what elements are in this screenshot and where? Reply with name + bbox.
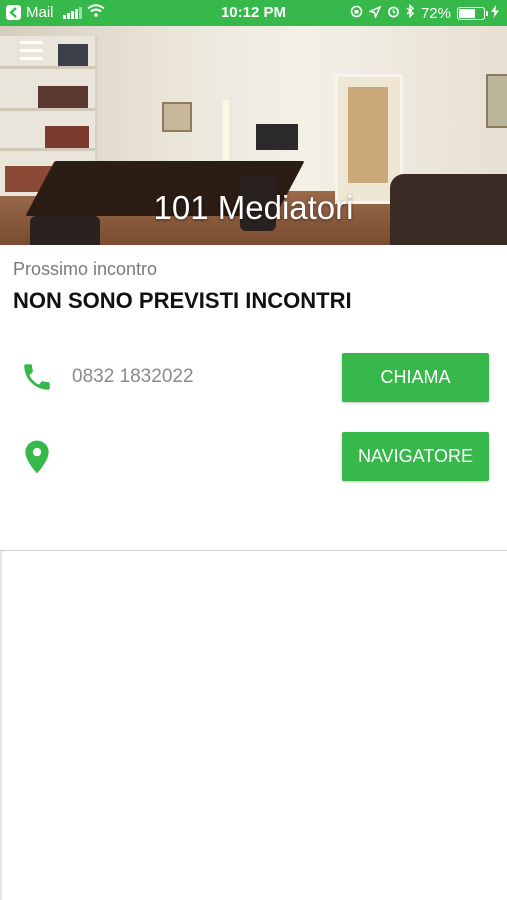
next-meeting-value: NON SONO PREVISTI INCONTRI <box>13 288 352 313</box>
page-title: 101 Mediatori <box>153 189 354 226</box>
bluetooth-icon <box>406 3 415 22</box>
wall-picture-right <box>486 74 507 128</box>
hero-image: 101 Mediatori <box>0 26 507 245</box>
wall-picture <box>162 102 192 132</box>
wall-screen <box>256 124 298 150</box>
status-right: 72% <box>350 3 499 22</box>
section-divider <box>0 550 507 551</box>
navigate-button[interactable]: NAVIGATORE <box>342 432 489 481</box>
call-button[interactable]: CHIAMA <box>342 353 489 402</box>
floor-lamp <box>223 100 229 160</box>
charging-icon <box>491 4 499 22</box>
hamburger-icon[interactable] <box>20 41 43 61</box>
location-pin-icon <box>23 439 51 480</box>
status-bar: Mail 10:12 PM 72% <box>0 0 507 26</box>
alarm-icon <box>387 5 400 22</box>
panel-edge <box>0 551 2 900</box>
battery-icon <box>457 6 488 20</box>
battery-percent: 72% <box>420 4 451 22</box>
location-arrow-icon <box>367 5 382 22</box>
phone-icon <box>20 360 54 399</box>
next-meeting-label: Prossimo incontro <box>13 259 158 279</box>
phone-number[interactable]: 0832 1832022 <box>72 366 194 388</box>
orientation-lock-icon <box>350 5 363 22</box>
